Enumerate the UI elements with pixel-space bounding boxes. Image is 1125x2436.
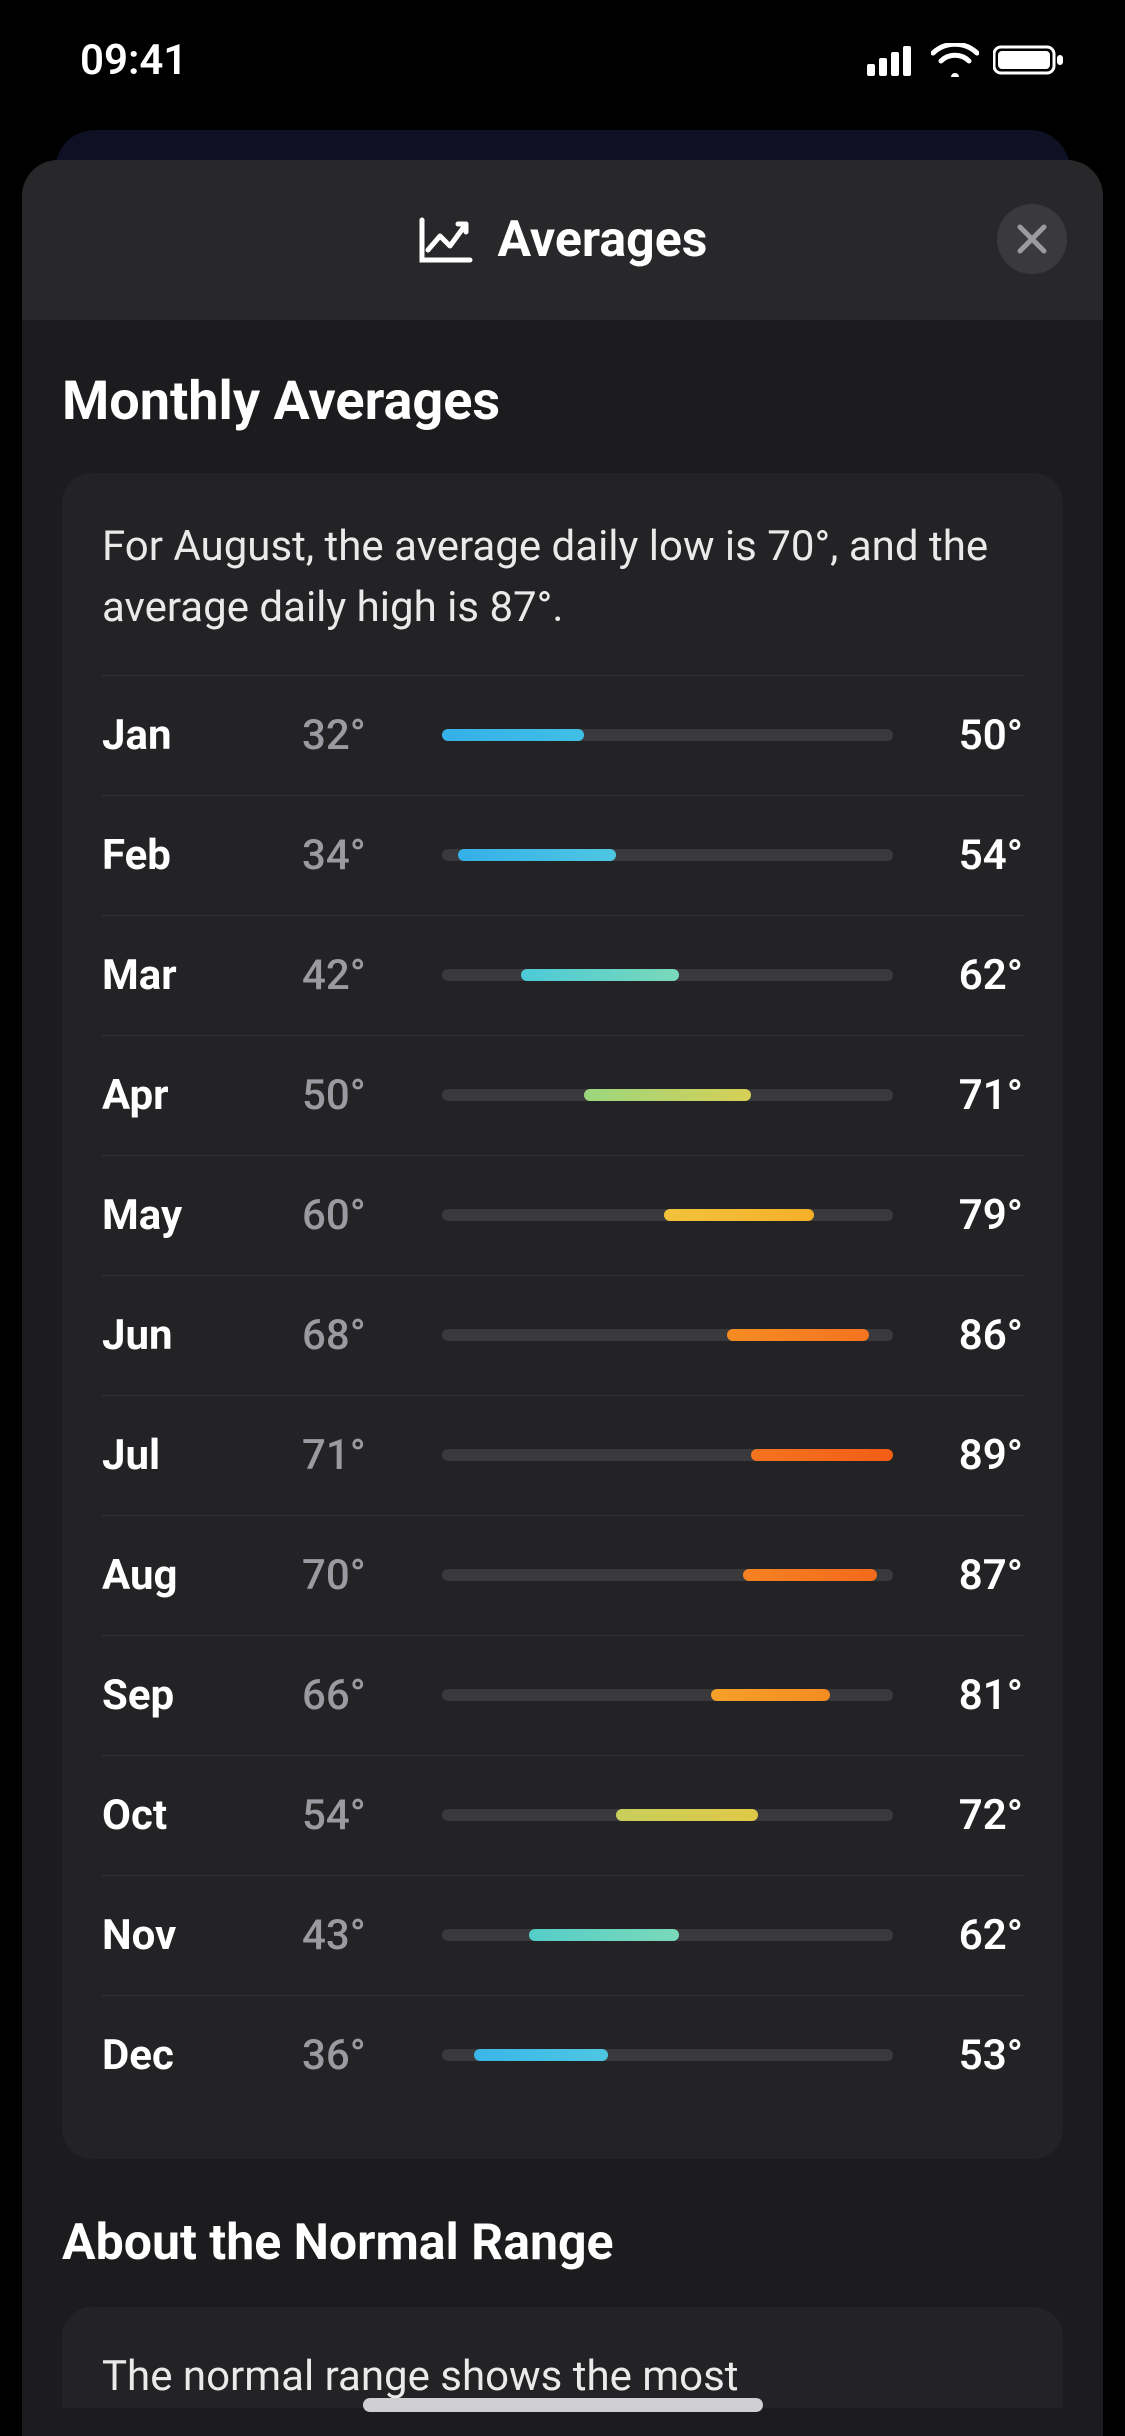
month-label: Feb: [102, 831, 302, 880]
month-label: Sep: [102, 1671, 302, 1720]
avg-low: 54°: [302, 1791, 422, 1840]
month-label: Dec: [102, 2031, 302, 2080]
avg-high: 62°: [913, 951, 1023, 1000]
avg-high: 53°: [913, 2031, 1023, 2080]
avg-low: 32°: [302, 711, 422, 760]
averages-modal: Averages Monthly Averages For August, th…: [22, 160, 1103, 2436]
range-track: [442, 849, 893, 861]
close-icon: [1015, 222, 1049, 256]
month-label: Apr: [102, 1071, 302, 1120]
avg-low: 66°: [302, 1671, 422, 1720]
modal-body[interactable]: Monthly Averages For August, the average…: [22, 320, 1103, 2436]
range-segment: [751, 1449, 893, 1461]
month-label: Jun: [102, 1311, 302, 1360]
range-track: [442, 729, 893, 741]
range-segment: [584, 1089, 750, 1101]
range-segment: [664, 1209, 814, 1221]
range-track: [442, 1089, 893, 1101]
month-row[interactable]: Mar42° 62°: [102, 915, 1023, 1035]
avg-high: 86°: [913, 1311, 1023, 1360]
range-segment: [458, 849, 616, 861]
status-bar: 09:41: [0, 0, 1125, 120]
range-track: [442, 1449, 893, 1461]
month-label: Nov: [102, 1911, 302, 1960]
month-row[interactable]: Nov43° 62°: [102, 1875, 1023, 1995]
month-label: Aug: [102, 1551, 302, 1600]
range-segment: [711, 1689, 830, 1701]
avg-low: 50°: [302, 1071, 422, 1120]
status-time: 09:41: [80, 36, 187, 85]
avg-low: 70°: [302, 1551, 422, 1600]
avg-high: 81°: [913, 1671, 1023, 1720]
month-label: Oct: [102, 1791, 302, 1840]
month-row[interactable]: Jul71° 89°: [102, 1395, 1023, 1515]
range-track: [442, 1329, 893, 1341]
range-track: [442, 1929, 893, 1941]
month-row[interactable]: Feb34° 54°: [102, 795, 1023, 915]
averages-card: For August, the average daily low is 70°…: [62, 473, 1063, 2159]
month-row[interactable]: Sep66° 81°: [102, 1635, 1023, 1755]
summary-text: For August, the average daily low is 70°…: [102, 517, 1023, 675]
range-track: [442, 2049, 893, 2061]
month-label: Jul: [102, 1431, 302, 1480]
modal-title: Averages: [498, 211, 708, 269]
modal-title-wrap: Averages: [418, 211, 708, 269]
month-row[interactable]: Aug70° 87°: [102, 1515, 1023, 1635]
range-track: [442, 969, 893, 981]
avg-high: 62°: [913, 1911, 1023, 1960]
range-segment: [521, 969, 679, 981]
avg-high: 71°: [913, 1071, 1023, 1120]
avg-high: 50°: [913, 711, 1023, 760]
chart-line-icon: [418, 216, 474, 264]
avg-high: 54°: [913, 831, 1023, 880]
month-row[interactable]: Jun68° 86°: [102, 1275, 1023, 1395]
range-track: [442, 1689, 893, 1701]
range-segment: [727, 1329, 869, 1341]
range-track: [442, 1809, 893, 1821]
about-card: The normal range shows the most: [62, 2307, 1063, 2408]
month-row[interactable]: May60° 79°: [102, 1155, 1023, 1275]
range-segment: [616, 1809, 758, 1821]
wifi-icon: [931, 43, 979, 77]
section-title: Monthly Averages: [62, 370, 1063, 433]
range-segment: [474, 2049, 609, 2061]
avg-low: 42°: [302, 951, 422, 1000]
battery-icon: [993, 44, 1065, 76]
month-row[interactable]: Jan32° 50°: [102, 675, 1023, 795]
avg-low: 68°: [302, 1311, 422, 1360]
about-title: About the Normal Range: [62, 2214, 1063, 2272]
range-segment: [529, 1929, 679, 1941]
month-label: May: [102, 1191, 302, 1240]
range-track: [442, 1569, 893, 1581]
range-segment: [743, 1569, 878, 1581]
avg-low: 71°: [302, 1431, 422, 1480]
range-track: [442, 1209, 893, 1221]
avg-high: 89°: [913, 1431, 1023, 1480]
range-segment: [442, 729, 584, 741]
avg-high: 87°: [913, 1551, 1023, 1600]
status-right: [867, 43, 1065, 77]
avg-low: 36°: [302, 2031, 422, 2080]
avg-low: 60°: [302, 1191, 422, 1240]
avg-high: 79°: [913, 1191, 1023, 1240]
cellular-icon: [867, 44, 917, 76]
close-button[interactable]: [997, 204, 1067, 274]
avg-high: 72°: [913, 1791, 1023, 1840]
month-row[interactable]: Dec36° 53°: [102, 1995, 1023, 2115]
month-label: Mar: [102, 951, 302, 1000]
month-label: Jan: [102, 711, 302, 760]
home-indicator[interactable]: [363, 2398, 763, 2412]
modal-header: Averages: [22, 160, 1103, 320]
avg-low: 43°: [302, 1911, 422, 1960]
month-row[interactable]: Apr50° 71°: [102, 1035, 1023, 1155]
month-row[interactable]: Oct54° 72°: [102, 1755, 1023, 1875]
avg-low: 34°: [302, 831, 422, 880]
